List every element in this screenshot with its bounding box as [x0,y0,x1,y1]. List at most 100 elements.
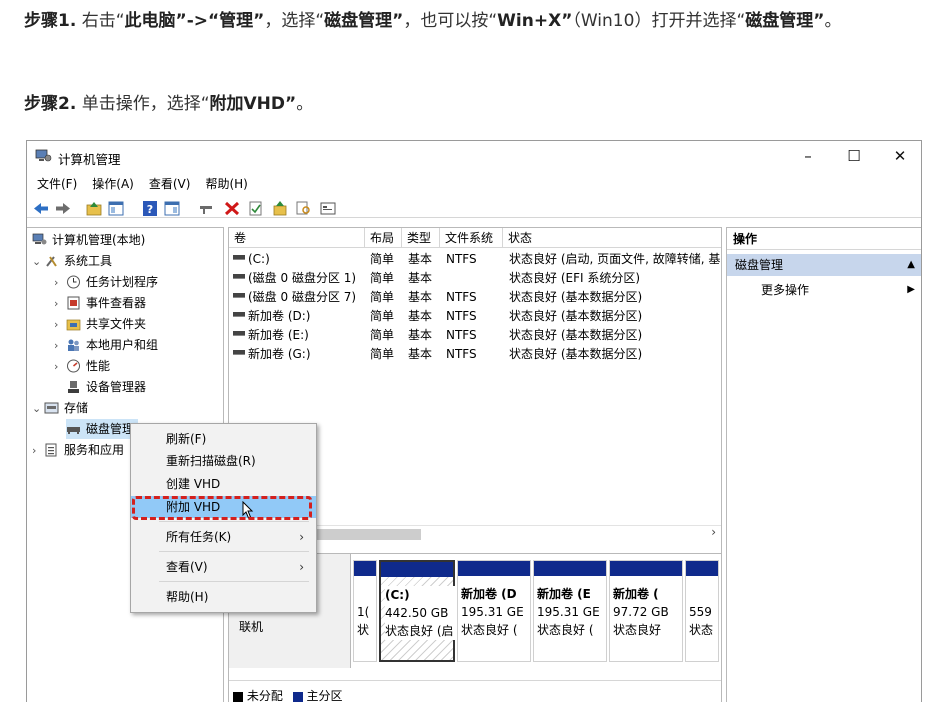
action-more-label: 更多操作 [761,283,810,297]
partition-info: 新加卷 (97.72 GB 状态良好 [613,587,669,637]
menu-item-create-vhd[interactable]: 创建 VHD [131,473,316,495]
properties-icon[interactable] [163,200,181,217]
step1-text-c: ，也可以按“ [403,11,498,31]
chevron-down-icon[interactable]: ⌄ [32,252,44,272]
tree-task-scheduler[interactable]: › 任务计划程序 [54,272,158,292]
menu-item-help[interactable]: 帮助(H) [131,586,316,608]
actions-pane: 操作 磁盘管理 ▲ 更多操作 ▶ [726,227,921,702]
legend-primary: 主分区 [306,689,343,702]
view-icon[interactable] [319,200,337,217]
tree-device-manager[interactable]: 设备管理器 [66,377,146,397]
col-status[interactable]: 状态 [503,228,721,248]
menu-item-view[interactable]: 查看(V) › [131,556,316,578]
collapse-arrow-icon[interactable]: ▲ [907,254,915,276]
tree-shared-folders[interactable]: › 共享文件夹 [54,314,146,334]
cell-filesystem: NTFS [446,309,477,323]
tree-event-viewer[interactable]: › 事件查看器 [54,293,146,313]
tree-root[interactable]: 计算机管理(本地) [32,230,145,250]
col-layout[interactable]: 布局 [365,228,402,248]
submenu-arrow-icon: › [299,560,304,574]
menu-item-rescan[interactable]: 重新扫描磁盘(R) [131,450,316,472]
legend: 未分配 主分区 [233,687,343,702]
partition-block-c[interactable]: (C:) 442.50 GB 状态良好 (启 [379,560,456,662]
cell-volume: (磁盘 0 磁盘分区 7) [248,290,357,304]
tree-system-tools[interactable]: ⌄ 系统工具 [32,251,112,271]
cell-status: 状态良好 (EFI 系统分区) [509,271,641,285]
help-icon[interactable]: ? [141,200,159,217]
more-arrow-icon[interactable]: ▶ [907,280,915,300]
action-disk-management[interactable]: 磁盘管理 ▲ [727,254,921,276]
scroll-right-icon[interactable]: › [711,525,716,539]
folder-up-icon[interactable] [271,200,289,217]
col-volume[interactable]: 卷 [229,228,365,248]
menu-action[interactable]: 操作(A) [87,174,139,194]
partition-info: (C:) 442.50 GB 状态良好 (启 [385,586,456,640]
tree-storage[interactable]: ⌄ 存储 [32,398,88,418]
menu-file[interactable]: 文件(F) [32,174,82,194]
menu-view[interactable]: 查看(V) [144,174,196,194]
menu-item-all-tasks[interactable]: 所有任务(K) › [131,526,316,548]
cell-layout: 简单 [370,290,395,304]
action-more[interactable]: 更多操作 [761,280,809,300]
tree-root-label: 计算机管理(本地) [52,233,146,247]
partition-block[interactable]: 1(状 [353,560,377,662]
partition-bar [354,561,376,576]
table-row[interactable]: 新加卷 (G:) 简单 基本 NTFS 状态良好 (基本数据分区) [229,345,721,364]
check-icon[interactable] [247,200,265,217]
drive-icon [233,350,245,355]
partition-block-g[interactable]: 新加卷 (97.72 GB 状态良好 [609,560,683,662]
close-button[interactable]: ✕ [877,141,921,172]
forward-arrow-icon[interactable] [54,200,72,217]
tree-services[interactable]: › 服务和应用 [32,440,124,460]
delete-icon[interactable] [223,200,241,217]
up-folder-icon[interactable] [85,200,103,217]
table-row[interactable]: (磁盘 0 磁盘分区 7) 简单 基本 NTFS 状态良好 (基本数据分区) [229,288,721,307]
tree-event-viewer-label: 事件查看器 [86,296,147,310]
col-filesystem[interactable]: 文件系统 [440,228,503,248]
table-row[interactable]: (磁盘 0 磁盘分区 1) 简单 基本 状态良好 (EFI 系统分区) [229,269,721,288]
actions-header: 操作 [727,228,921,250]
minimize-button[interactable]: – [785,141,831,172]
connect-icon[interactable] [197,200,215,217]
chevron-down-icon[interactable]: ⌄ [32,399,44,419]
partition-block[interactable]: 559 状态 [685,560,719,662]
table-row[interactable]: (C:) 简单 基本 NTFS 状态良好 (启动, 页面文件, 故障转储, 基 [229,250,721,269]
chevron-right-icon[interactable]: › [54,357,66,377]
step1-paragraph: 步骤1. 右击“此电脑”->“管理”，选择“磁盘管理”，也可以按“Win+X”（… [24,6,930,37]
chevron-right-icon[interactable]: › [54,336,66,356]
chevron-right-icon[interactable]: › [54,294,66,314]
table-row[interactable]: 新加卷 (D:) 简单 基本 NTFS 状态良好 (基本数据分区) [229,307,721,326]
step2-label: 步骤2. [24,94,77,114]
tree-local-users[interactable]: › 本地用户和组 [54,335,158,355]
partition-block-e[interactable]: 新加卷 (E 195.31 GE 状态良好 ( [533,560,607,662]
disk-status: 联机 [239,620,264,634]
tree-performance[interactable]: › 性能 [54,356,110,376]
chevron-right-icon[interactable]: › [54,273,66,293]
window-title: 计算机管理 [58,152,121,167]
back-arrow-icon[interactable] [32,200,50,217]
toolbar: ? [27,198,921,218]
cell-status: 状态良好 (基本数据分区) [509,290,643,304]
cell-type: 基本 [408,309,433,323]
table-row[interactable]: 新加卷 (E:) 简单 基本 NTFS 状态良好 (基本数据分区) [229,326,721,345]
menu-item-all-tasks-label: 所有任务(K) [166,530,232,544]
menu-item-refresh[interactable]: 刷新(F) [131,428,316,450]
search-icon[interactable] [295,200,313,217]
legend-unalloc-swatch [233,691,243,702]
performance-icon [67,359,80,372]
maximize-button[interactable]: ☐ [831,141,877,172]
services-icon [45,443,57,456]
partition-block-d[interactable]: 新加卷 (D 195.31 GE 状态良好 ( [457,560,531,662]
shared-folder-icon [66,319,81,330]
step1-text-b: ，选择“ [264,11,325,31]
tree-disk-management[interactable]: 磁盘管理 [66,419,139,439]
step2-text-b: 。 [296,94,314,114]
chevron-right-icon[interactable]: › [32,441,44,461]
col-type[interactable]: 类型 [402,228,440,248]
title-bar: 计算机管理 – ☐ ✕ [27,141,921,172]
cell-type: 基本 [408,290,433,304]
drive-icon [233,255,245,260]
menu-help[interactable]: 帮助(H) [200,174,252,194]
console-tree-icon[interactable] [107,200,125,217]
chevron-right-icon[interactable]: › [54,315,66,335]
